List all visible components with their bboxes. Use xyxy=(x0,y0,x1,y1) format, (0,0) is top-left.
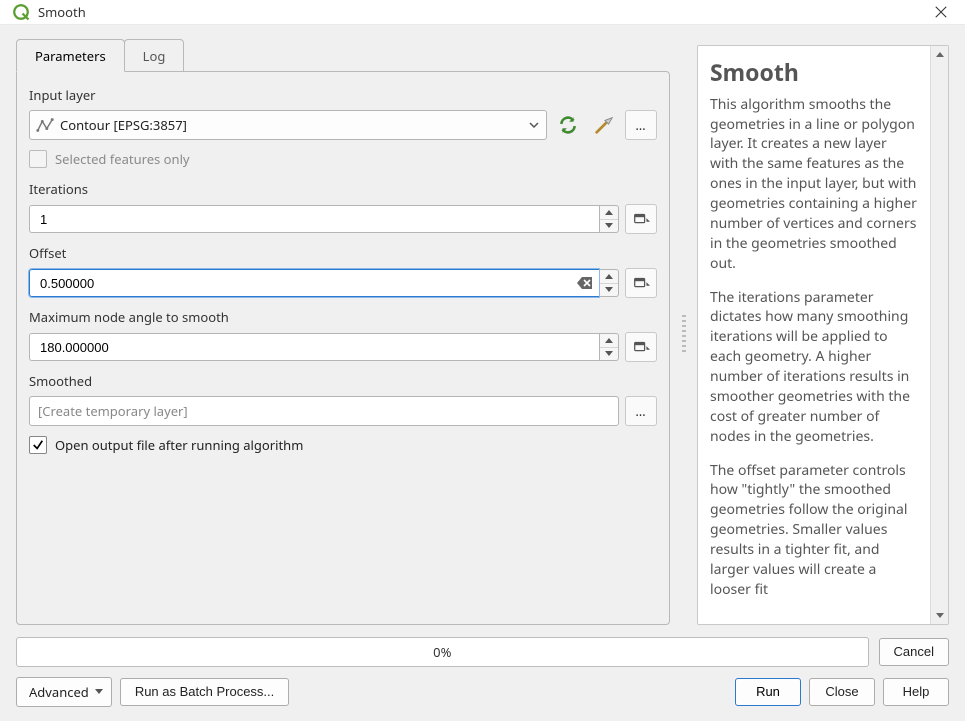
tab-log-label: Log xyxy=(143,47,166,65)
help-paragraph-1: This algorithm smooths the geometries in… xyxy=(710,95,918,274)
checkbox-icon xyxy=(29,150,47,168)
input-layer-browse-button[interactable]: … xyxy=(625,110,657,140)
ellipsis-icon: … xyxy=(635,402,646,420)
tab-bar: Parameters Log xyxy=(16,39,670,71)
qgis-icon xyxy=(12,3,30,21)
offset-value[interactable] xyxy=(38,275,591,292)
offset-input[interactable] xyxy=(29,269,599,297)
help-scrollbar[interactable] xyxy=(930,46,948,624)
max-angle-value[interactable] xyxy=(38,339,591,356)
close-button[interactable]: Close xyxy=(809,678,875,706)
splitter-handle[interactable] xyxy=(680,45,687,625)
titlebar: Smooth xyxy=(0,0,965,25)
help-paragraph-3: The offset parameter controls how "tight… xyxy=(710,461,918,600)
layer-options-button[interactable] xyxy=(589,111,619,139)
smoothed-placeholder: [Create temporary layer] xyxy=(38,402,188,420)
max-angle-data-defined-button[interactable] xyxy=(625,332,657,362)
open-output-checkbox[interactable]: Open output file after running algorithm xyxy=(29,436,657,454)
iterations-spin-up[interactable] xyxy=(600,206,618,220)
progress-text: 0% xyxy=(433,643,451,661)
open-output-label: Open output file after running algorithm xyxy=(55,436,303,454)
offset-spinner[interactable] xyxy=(599,269,619,297)
iterations-data-defined-button[interactable] xyxy=(625,204,657,234)
chevron-down-icon xyxy=(528,119,540,131)
smoothed-browse-button[interactable]: … xyxy=(625,396,657,426)
scroll-down-icon[interactable] xyxy=(931,607,948,624)
help-button[interactable]: Help xyxy=(883,678,949,706)
iterations-input[interactable] xyxy=(29,205,599,233)
max-angle-spin-up[interactable] xyxy=(600,334,618,348)
window-close-button[interactable] xyxy=(929,0,953,24)
cancel-button[interactable]: Cancel xyxy=(879,638,949,666)
window-title: Smooth xyxy=(38,3,929,21)
clear-input-icon[interactable] xyxy=(577,276,593,290)
iterations-value[interactable] xyxy=(38,211,591,228)
iterations-spin-down[interactable] xyxy=(600,220,618,233)
selected-features-only-checkbox[interactable]: Selected features only xyxy=(29,150,657,168)
offset-spin-down[interactable] xyxy=(600,284,618,297)
input-layer-combo[interactable]: Contour [EPSG:3857] xyxy=(29,110,547,140)
offset-spin-up[interactable] xyxy=(600,270,618,284)
line-layer-icon xyxy=(36,116,54,134)
run-button[interactable]: Run xyxy=(735,678,801,706)
advanced-button[interactable]: Advanced xyxy=(16,677,112,707)
smoothed-output-input[interactable]: [Create temporary layer] xyxy=(29,396,619,426)
reload-layers-button[interactable] xyxy=(553,111,583,139)
iterations-label: Iterations xyxy=(29,180,657,198)
parameters-panel: Input layer Contour [EPSG:3857] xyxy=(16,71,670,625)
max-angle-spin-down[interactable] xyxy=(600,348,618,361)
scroll-up-icon[interactable] xyxy=(931,46,948,63)
max-angle-input[interactable] xyxy=(29,333,599,361)
input-layer-label: Input layer xyxy=(29,86,657,104)
offset-data-defined-button[interactable] xyxy=(625,268,657,298)
selected-features-only-label: Selected features only xyxy=(55,150,190,168)
progress-bar: 0% xyxy=(16,637,869,667)
help-panel: Smooth This algorithm smooths the geomet… xyxy=(697,45,949,625)
max-angle-label: Maximum node angle to smooth xyxy=(29,308,657,326)
run-batch-button[interactable]: Run as Batch Process... xyxy=(120,678,289,706)
input-layer-value: Contour [EPSG:3857] xyxy=(60,116,528,134)
tab-parameters[interactable]: Parameters xyxy=(16,39,125,72)
chevron-down-icon xyxy=(95,689,103,694)
tab-parameters-label: Parameters xyxy=(35,47,106,65)
offset-label: Offset xyxy=(29,244,657,262)
smoothed-label: Smoothed xyxy=(29,372,657,390)
help-paragraph-2: The iterations parameter dictates how ma… xyxy=(710,288,918,447)
max-angle-spinner[interactable] xyxy=(599,333,619,361)
tab-log[interactable]: Log xyxy=(124,39,185,71)
ellipsis-icon: … xyxy=(635,116,646,134)
checkbox-checked-icon xyxy=(29,436,47,454)
help-title: Smooth xyxy=(710,56,918,89)
iterations-spinner[interactable] xyxy=(599,205,619,233)
advanced-label: Advanced xyxy=(29,683,89,701)
